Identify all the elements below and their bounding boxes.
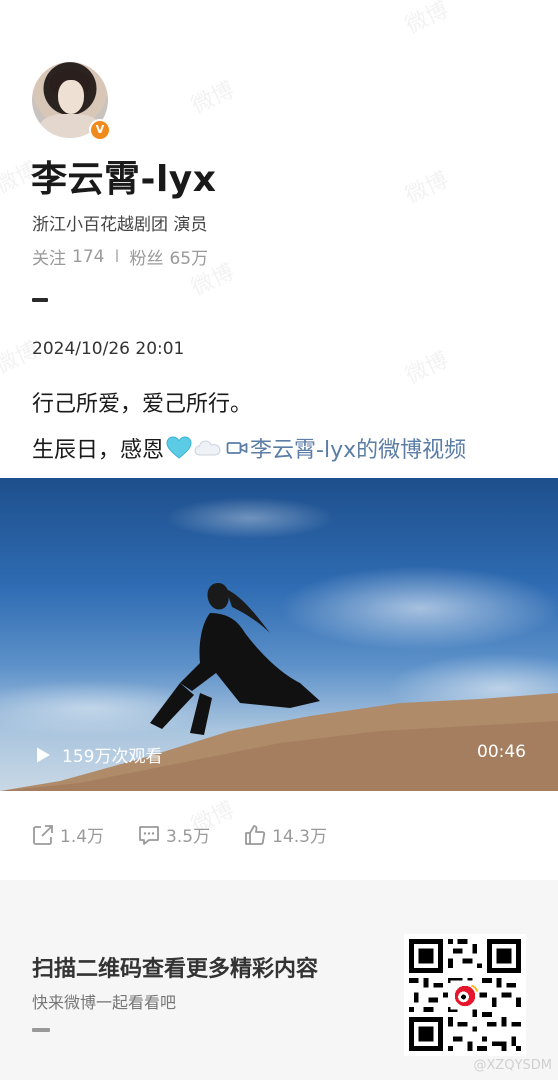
- post-text-line1: 行己所爱，爱己所行。: [32, 392, 253, 417]
- video-view-count: 159万次观看: [62, 747, 163, 767]
- share-count: 1.4万: [60, 827, 105, 847]
- video-views: 159万次观看: [34, 742, 162, 767]
- video-duration: 00:46: [477, 742, 526, 762]
- share-footer: 扫描二维码查看更多精彩内容 快来微博一起看看吧 @XZQYSDM: [0, 880, 558, 1080]
- post-date: 2024/10/26 20:01: [32, 339, 185, 359]
- comment-icon: [139, 825, 159, 845]
- watermark: 微博: [401, 0, 453, 39]
- post-text: 生辰日，感恩: [32, 438, 165, 463]
- profile-bio: 浙江小百花越剧团 演员: [32, 215, 208, 235]
- watermark-handle: @XZQYSDM: [473, 1058, 552, 1073]
- play-icon[interactable]: [34, 746, 52, 764]
- followers-label: 粉丝: [129, 249, 164, 269]
- verified-badge-icon: V: [89, 119, 111, 141]
- like-button[interactable]: 14.3万: [244, 822, 327, 847]
- qr-code-image: [404, 934, 526, 1056]
- video-link-label: 李云霄-lyx的微博视频: [250, 438, 467, 463]
- following-count[interactable]: 174: [72, 247, 104, 267]
- post-text-line2: 生辰日，感恩 李云霄-lyx的微博视频: [32, 432, 466, 464]
- watermark: 微博: [401, 167, 453, 209]
- section-divider: [32, 298, 48, 302]
- watermark: 微博: [187, 77, 239, 119]
- stats-separator: I: [114, 246, 120, 267]
- video-player[interactable]: 159万次观看 00:46: [0, 478, 558, 791]
- following-label: 关注: [32, 249, 66, 269]
- profile-name[interactable]: 李云霄-lyx: [31, 150, 216, 202]
- footer-title: 扫描二维码查看更多精彩内容: [32, 957, 319, 982]
- like-count: 14.3万: [272, 827, 327, 847]
- share-button[interactable]: 1.4万: [32, 822, 104, 847]
- thumbs-up-icon: [245, 824, 266, 845]
- weibo-share-card: 微博 微博 微博 微博 微博 微博 微博 微博 V 李云霄-lyx 浙江小百花越…: [0, 0, 558, 1080]
- footer-divider: [32, 1028, 50, 1032]
- person-figure: [150, 583, 320, 735]
- cloud-icon: [194, 440, 221, 456]
- profile-stats: 关注 174 I 粉丝 65万: [32, 244, 208, 270]
- blue-heart-icon: [166, 436, 192, 459]
- video-link[interactable]: 李云霄-lyx的微博视频: [226, 432, 466, 464]
- share-icon: [33, 824, 53, 845]
- video-camera-icon: [226, 442, 248, 454]
- watermark: 微博: [401, 347, 453, 389]
- footer-subtitle: 快来微博一起看看吧: [32, 993, 177, 1012]
- comment-count: 3.5万: [166, 827, 211, 847]
- followers-count[interactable]: 65万: [169, 244, 208, 269]
- post-actions: 1.4万 3.5万 14.3万: [32, 822, 327, 847]
- comment-button[interactable]: 3.5万: [138, 822, 210, 847]
- qr-code[interactable]: [404, 934, 526, 1056]
